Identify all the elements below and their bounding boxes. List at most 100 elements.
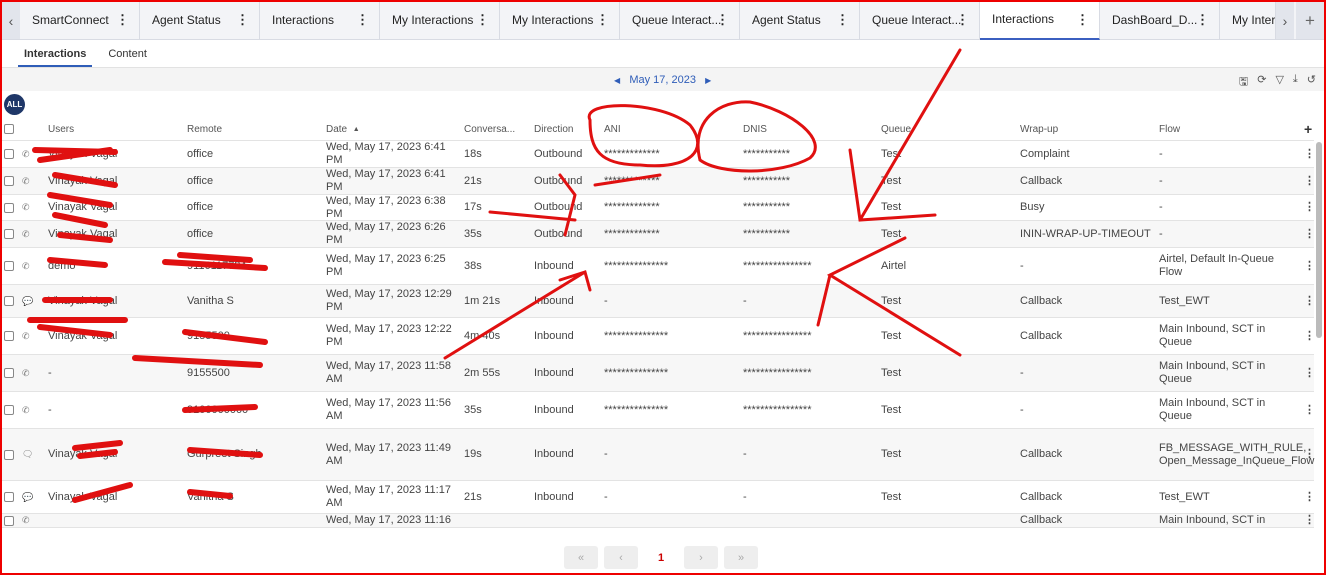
filter-icon[interactable]: ▽ [1275, 73, 1283, 92]
row-menu-icon[interactable]: ⋮ [1304, 514, 1314, 527]
table-row[interactable]: 💬 Vinayak Vagal Vanitha S Wed, May 17, 2023… [2, 285, 1315, 318]
cell-wrap: Callback [1020, 329, 1063, 342]
col-remote[interactable]: Remote [187, 118, 222, 140]
table-row[interactable]: ✆ -9155500 Wed, May 17, 2023 11:58 AM 2m 55… [2, 355, 1315, 392]
col-wrapup[interactable]: Wrap-up [1020, 118, 1058, 140]
row-checkbox[interactable] [4, 368, 14, 378]
cell-queue: Test [881, 174, 902, 187]
row-menu-icon[interactable]: ⋮ [1304, 318, 1315, 354]
save-icon[interactable]: 🖫 [1239, 73, 1248, 92]
row-checkbox[interactable] [4, 229, 14, 239]
chat-icon: 💬 [22, 491, 34, 502]
first-page-button[interactable]: « [564, 546, 598, 569]
row-menu-icon[interactable]: ⋮ [1304, 221, 1315, 247]
next-date-button[interactable]: ▶ [705, 76, 711, 85]
row-checkbox[interactable] [4, 515, 14, 526]
last-page-button[interactable]: » [724, 546, 758, 569]
tab-menu-icon[interactable]: ⋮ [1196, 12, 1209, 28]
prev-page-button[interactable]: ‹ [604, 546, 638, 569]
row-checkbox[interactable] [4, 176, 14, 186]
table-row[interactable]: 🗨 Vinayak Vagal Gurpreet Singh Wed, May 17,… [2, 429, 1315, 481]
row-menu-icon[interactable]: ⋮ [1304, 168, 1315, 194]
cell-user: demo [48, 259, 76, 272]
add-column-icon[interactable]: + [1304, 118, 1312, 140]
row-checkbox[interactable] [4, 492, 14, 502]
tab-label: My Intera [1232, 13, 1276, 27]
row-menu-icon[interactable]: ⋮ [1304, 141, 1315, 167]
cell-queue: Airtel [881, 259, 907, 272]
row-checkbox[interactable] [4, 331, 14, 341]
tab-3[interactable]: My Interactions ⋮ [380, 0, 500, 40]
tab-scroll-left[interactable]: ‹ [2, 2, 20, 39]
row-menu-icon[interactable]: ⋮ [1304, 392, 1315, 428]
cell-date: Wed, May 17, 2023 6:41 PM [326, 141, 446, 166]
row-checkbox[interactable] [4, 405, 14, 415]
tab-menu-icon[interactable]: ⋮ [476, 12, 489, 28]
table-row[interactable]: ✆ Vinayak Vagal office Wed, May 17, 2023 6:… [2, 195, 1315, 221]
tab-4[interactable]: My Interactions ⋮ [500, 0, 620, 40]
row-checkbox[interactable] [4, 449, 14, 460]
col-direction[interactable]: Direction [534, 118, 573, 140]
row-checkbox[interactable] [4, 202, 14, 213]
col-date[interactable]: Date ▲ [326, 118, 360, 140]
tab-9[interactable]: DashBoard_D... ⋮ [1100, 0, 1220, 40]
subtab-interactions[interactable]: Interactions [18, 44, 93, 68]
col-ani[interactable]: ANI [604, 118, 621, 140]
tab-menu-icon[interactable]: ⋮ [116, 12, 129, 28]
tab-0[interactable]: SmartConnect ⋮ [20, 0, 140, 40]
select-all-checkbox[interactable] [4, 124, 14, 134]
current-page[interactable]: 1 [644, 546, 678, 569]
add-tab-button[interactable]: + [1296, 2, 1324, 39]
table-row[interactable]: ✆ demo 9116117784 Wed, May 17, 2023 6:25 PM… [2, 248, 1315, 285]
col-users[interactable]: Users [48, 118, 74, 140]
tab-menu-icon[interactable]: ⋮ [836, 12, 849, 28]
tab-1[interactable]: Agent Status ⋮ [140, 0, 260, 40]
cell-user: Vinayak Vagal [48, 490, 118, 503]
row-menu-icon[interactable]: ⋮ [1304, 285, 1315, 317]
vertical-scrollbar[interactable] [1316, 142, 1322, 338]
tab-menu-icon[interactable]: ⋮ [356, 12, 369, 28]
table-row[interactable]: ✆ Vinayak Vagal office Wed, May 17, 2023 6:… [2, 168, 1315, 195]
tab-scroll-right[interactable]: › [1276, 2, 1294, 39]
download-icon[interactable]: ⤓ [1293, 73, 1298, 92]
tab-menu-icon[interactable]: ⋮ [236, 12, 249, 28]
table-row[interactable]: ✆ Vinayak Vagal office Wed, May 17, 2023 6:… [2, 141, 1315, 168]
cell-queue: Test [881, 366, 902, 379]
tab-8[interactable]: Interactions ⋮ [980, 0, 1100, 40]
tab-menu-icon[interactable]: ⋮ [956, 12, 969, 28]
tab-menu-icon[interactable]: ⋮ [1076, 12, 1089, 28]
refresh-icon[interactable]: ⟳ [1257, 73, 1266, 92]
tab-5[interactable]: Queue Interact... ⋮ [620, 0, 740, 40]
tab-label: Agent Status [152, 13, 221, 27]
subtab-content[interactable]: Content [102, 44, 153, 68]
tab-10[interactable]: My Intera [1220, 0, 1276, 40]
all-filter-button[interactable]: ALL [4, 94, 25, 115]
tab-2[interactable]: Interactions ⋮ [260, 0, 380, 40]
col-conversation[interactable]: Conversa... [464, 118, 515, 140]
prev-date-button[interactable]: ◀ [614, 76, 620, 85]
row-menu-icon[interactable]: ⋮ [1304, 248, 1315, 284]
table-row[interactable]: ✆ Wed, May 17, 2023 11:16 AM Callback Main … [2, 514, 1314, 528]
table-row[interactable]: ✆ -9100000000 Wed, May 17, 2023 11:56 AM 35… [2, 392, 1315, 429]
row-menu-icon[interactable]: ⋮ [1304, 355, 1315, 391]
table-row[interactable]: ✆ Vinayak Vagal office Wed, May 17, 2023 6:… [2, 221, 1315, 248]
cell-dnis: *********** [743, 147, 791, 160]
tab-7[interactable]: Queue Interact... ⋮ [860, 0, 980, 40]
date-label[interactable]: May 17, 2023 [629, 74, 696, 86]
table-row[interactable]: ✆ Vinayak Vagal 9155500 Wed, May 17, 2023 1… [2, 318, 1315, 355]
tab-6[interactable]: Agent Status ⋮ [740, 0, 860, 40]
col-dnis[interactable]: DNIS [743, 118, 767, 140]
row-checkbox[interactable] [4, 296, 14, 306]
row-checkbox[interactable] [4, 261, 14, 271]
row-menu-icon[interactable]: ⋮ [1304, 429, 1315, 480]
col-queue[interactable]: Queue [881, 118, 911, 140]
col-flow[interactable]: Flow [1159, 118, 1180, 140]
tab-menu-icon[interactable]: ⋮ [596, 12, 609, 28]
table-row[interactable]: 💬 Vinayak Vagal Vanitha S Wed, May 17, 2023… [2, 481, 1315, 514]
row-menu-icon[interactable]: ⋮ [1304, 195, 1315, 220]
undo-icon[interactable]: ↺ [1307, 73, 1316, 92]
row-menu-icon[interactable]: ⋮ [1304, 481, 1315, 513]
next-page-button[interactable]: › [684, 546, 718, 569]
row-checkbox[interactable] [4, 149, 14, 159]
tab-menu-icon[interactable]: ⋮ [716, 12, 729, 28]
